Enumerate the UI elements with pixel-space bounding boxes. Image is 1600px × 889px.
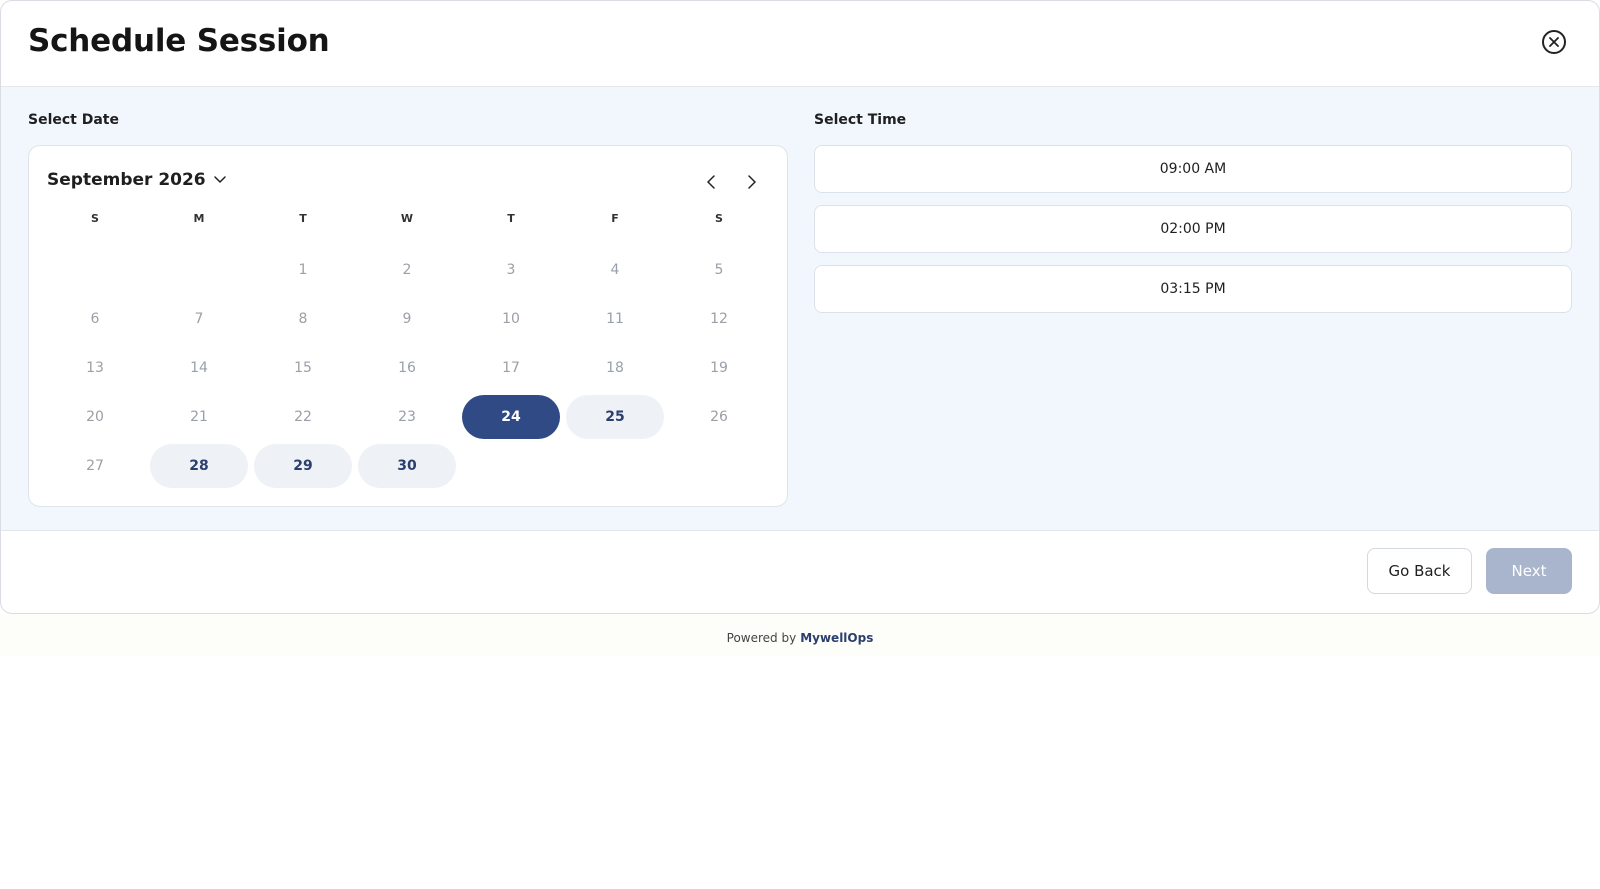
calendar-day-label: 19 bbox=[710, 359, 728, 376]
weekday-label: T bbox=[507, 212, 515, 225]
calendar-day-29[interactable]: 29 bbox=[251, 441, 355, 490]
calendar-day-12: 12 bbox=[667, 294, 771, 343]
time-slot-button[interactable]: 03:15 PM bbox=[814, 265, 1572, 313]
weekday-label: S bbox=[91, 212, 99, 225]
calendar-day-label: 9 bbox=[402, 310, 412, 327]
powered-by-text: Powered by bbox=[726, 631, 797, 645]
chevron-down-icon bbox=[213, 176, 226, 184]
modal-header: Schedule Session bbox=[1, 1, 1599, 87]
calendar-day-1: 1 bbox=[251, 245, 355, 294]
calendar-day-label: 27 bbox=[86, 457, 104, 474]
weekday-header-row: SMTWTFS bbox=[43, 212, 771, 225]
calendar-day-25[interactable]: 25 bbox=[563, 392, 667, 441]
go-back-button[interactable]: Go Back bbox=[1367, 548, 1472, 594]
calendar-day-5: 5 bbox=[667, 245, 771, 294]
calendar-day-7: 7 bbox=[147, 294, 251, 343]
calendar-day-2: 2 bbox=[355, 245, 459, 294]
calendar-day-11: 11 bbox=[563, 294, 667, 343]
calendar-day-21: 21 bbox=[147, 392, 251, 441]
calendar-day-label: 14 bbox=[190, 359, 208, 376]
calendar-day-19: 19 bbox=[667, 343, 771, 392]
previous-month-button[interactable] bbox=[701, 172, 721, 192]
schedule-session-modal: Schedule Session Select Date Select Time… bbox=[0, 0, 1600, 614]
calendar-empty-cell bbox=[147, 245, 251, 294]
month-label: September 2026 bbox=[47, 170, 206, 190]
next-button[interactable]: Next bbox=[1486, 548, 1572, 594]
modal-body: Select Date Select Time September 2026 S… bbox=[1, 87, 1599, 531]
modal-footer-actions: Go Back Next bbox=[1367, 548, 1572, 594]
select-time-label: Select Time bbox=[814, 112, 907, 128]
calendar-day-label: 30 bbox=[358, 443, 456, 488]
month-selector[interactable]: September 2026 bbox=[47, 170, 226, 190]
next-month-button[interactable] bbox=[742, 172, 762, 192]
calendar-day-26: 26 bbox=[667, 392, 771, 441]
close-icon bbox=[1549, 37, 1559, 47]
calendar-day-label: 25 bbox=[566, 394, 664, 439]
calendar-day-10: 10 bbox=[459, 294, 563, 343]
calendar-day-label: 15 bbox=[294, 359, 312, 376]
calendar-day-label: 4 bbox=[610, 261, 620, 278]
page-title: Schedule Session bbox=[28, 23, 330, 59]
weekday-label: M bbox=[193, 212, 205, 225]
calendar-day-17: 17 bbox=[459, 343, 563, 392]
calendar-day-16: 16 bbox=[355, 343, 459, 392]
calendar-day-label: 22 bbox=[294, 408, 312, 425]
calendar-empty-cell bbox=[43, 245, 147, 294]
calendar-day-30[interactable]: 30 bbox=[355, 441, 459, 490]
calendar-day-13: 13 bbox=[43, 343, 147, 392]
calendar-day-28[interactable]: 28 bbox=[147, 441, 251, 490]
calendar-day-label: 20 bbox=[86, 408, 104, 425]
calendar-day-4: 4 bbox=[563, 245, 667, 294]
calendar-day-label: 24 bbox=[462, 394, 560, 439]
calendar-day-label bbox=[150, 248, 248, 292]
time-slot-button[interactable]: 09:00 AM bbox=[814, 145, 1572, 193]
calendar-day-label: 1 bbox=[298, 261, 308, 278]
chevron-left-icon bbox=[707, 175, 715, 189]
calendar-day-3: 3 bbox=[459, 245, 563, 294]
calendar-day-label: 21 bbox=[190, 408, 208, 425]
calendar-day-label: 10 bbox=[502, 310, 520, 327]
weekday-label: T bbox=[299, 212, 307, 225]
calendar-day-label: 13 bbox=[86, 359, 104, 376]
select-date-label: Select Date bbox=[28, 112, 119, 128]
calendar-day-label: 11 bbox=[606, 310, 624, 327]
calendar-day-23: 23 bbox=[355, 392, 459, 441]
weekday-label: F bbox=[611, 212, 619, 225]
calendar-day-14: 14 bbox=[147, 343, 251, 392]
calendar-day-label: 18 bbox=[606, 359, 624, 376]
calendar-day-label: 8 bbox=[298, 310, 308, 327]
calendar-day-24[interactable]: 24 bbox=[459, 392, 563, 441]
brand-link[interactable]: MywellOps bbox=[800, 631, 873, 645]
calendar-day-8: 8 bbox=[251, 294, 355, 343]
calendar-day-label: 12 bbox=[710, 310, 728, 327]
calendar-day-grid: 1 2 3 4 5 6 7 8 9 10 11 12 13 14 15 16 17 18 19 20 21 22 23 24 2… bbox=[43, 245, 771, 490]
time-slot-button[interactable]: 02:00 PM bbox=[814, 205, 1572, 253]
calendar-day-label: 6 bbox=[90, 310, 100, 327]
calendar-day-label: 17 bbox=[502, 359, 520, 376]
time-slot-list: 09:00 AM 02:00 PM 03:15 PM bbox=[814, 145, 1572, 325]
calendar-day-label bbox=[46, 248, 144, 292]
calendar-day-label: 28 bbox=[150, 443, 248, 488]
calendar-day-22: 22 bbox=[251, 392, 355, 441]
calendar-day-label: 7 bbox=[194, 310, 204, 327]
weekday-label: W bbox=[400, 212, 414, 225]
calendar-day-9: 9 bbox=[355, 294, 459, 343]
calendar-day-15: 15 bbox=[251, 343, 355, 392]
calendar-day-label: 23 bbox=[398, 408, 416, 425]
calendar-day-label: 5 bbox=[714, 261, 724, 278]
calendar-day-20: 20 bbox=[43, 392, 147, 441]
close-button[interactable] bbox=[1542, 30, 1566, 54]
powered-by-footer: Powered by MywellOps bbox=[0, 614, 1600, 656]
calendar-day-18: 18 bbox=[563, 343, 667, 392]
calendar-day-6: 6 bbox=[43, 294, 147, 343]
calendar-day-label: 26 bbox=[710, 408, 728, 425]
calendar-day-label: 16 bbox=[398, 359, 416, 376]
weekday-label: S bbox=[715, 212, 723, 225]
chevron-right-icon bbox=[748, 175, 756, 189]
calendar-day-27: 27 bbox=[43, 441, 147, 490]
calendar-day-label: 2 bbox=[402, 261, 412, 278]
calendar-day-label: 29 bbox=[254, 443, 352, 488]
calendar-day-label: 3 bbox=[506, 261, 516, 278]
calendar: September 2026 SMTWTFS 1 2 3 4 5 6 7 8 9 10 11 12 13… bbox=[28, 145, 788, 507]
